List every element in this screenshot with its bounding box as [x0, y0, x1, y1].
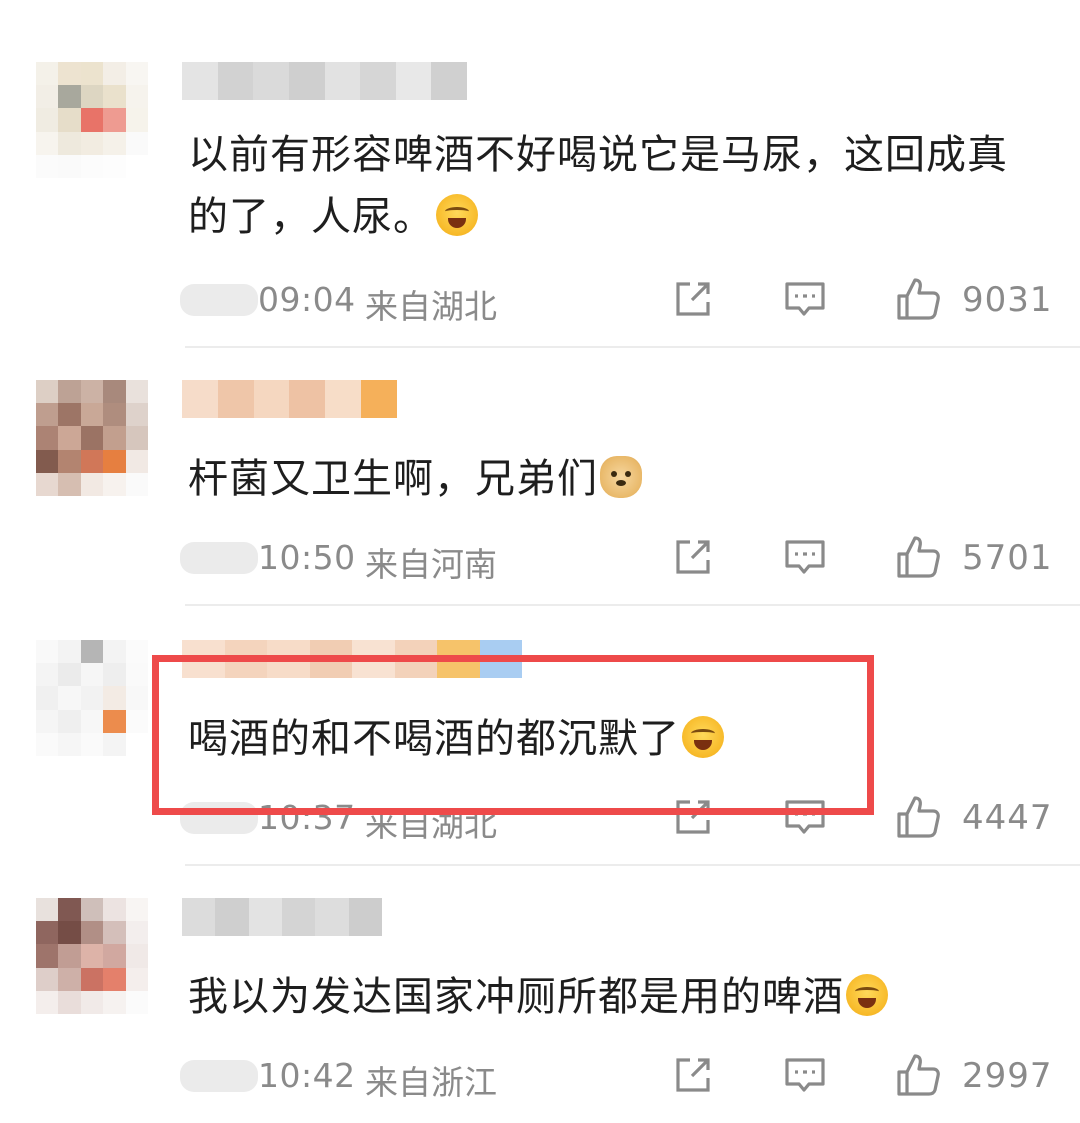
comment-meta: 10:42 来自浙江 2997 — [180, 1052, 1053, 1102]
avatar[interactable] — [36, 62, 148, 178]
comment-icon[interactable] — [782, 276, 828, 322]
comment-time: 10:50 — [258, 538, 356, 577]
comment-meta: 10:50 来自河南 5701 — [180, 534, 1053, 584]
share-icon[interactable] — [670, 1052, 716, 1098]
blurred-date — [180, 284, 258, 316]
username-blurred[interactable] — [182, 62, 467, 100]
laughing-crying-emoji-icon — [846, 974, 888, 1016]
comment-location: 来自河南 — [365, 545, 497, 584]
blurred-date — [180, 1060, 258, 1092]
laughing-crying-emoji-icon — [436, 194, 478, 236]
like-count: 2997 — [962, 1056, 1053, 1096]
comment-text: 杆菌又卫生啊，兄弟们 — [188, 448, 642, 510]
blurred-date — [180, 542, 258, 574]
thumbs-up-icon[interactable] — [895, 276, 941, 322]
like-count: 4447 — [962, 798, 1053, 838]
avatar[interactable] — [36, 640, 148, 756]
comment-time: 09:04 — [258, 280, 356, 319]
comment-text: 以前有形容啤酒不好喝说它是马尿，这回成真的了，人尿。 — [188, 132, 1008, 240]
comment-text: 我以为发达国家冲厕所都是用的啤酒 — [188, 966, 888, 1028]
comment-icon[interactable] — [782, 1052, 828, 1098]
highlight-box — [152, 655, 874, 815]
divider — [185, 604, 1080, 606]
share-icon[interactable] — [670, 534, 716, 580]
comment-meta: 09:04 来自湖北 9031 — [180, 276, 1053, 326]
comment-location: 来自湖北 — [365, 287, 497, 326]
share-icon[interactable] — [670, 276, 716, 322]
thumbs-up-icon[interactable] — [895, 794, 941, 840]
divider — [185, 346, 1080, 348]
avatar[interactable] — [36, 380, 148, 496]
like-count: 5701 — [962, 538, 1053, 578]
doge-emoji-icon — [600, 456, 642, 498]
comment-location: 来自浙江 — [365, 1063, 497, 1102]
divider — [185, 864, 1080, 866]
thumbs-up-icon[interactable] — [895, 1052, 941, 1098]
username-blurred[interactable] — [182, 898, 382, 936]
avatar[interactable] — [36, 898, 148, 1014]
username-blurred[interactable] — [182, 380, 397, 418]
thumbs-up-icon[interactable] — [895, 534, 941, 580]
like-count: 9031 — [962, 280, 1053, 320]
comment-time: 10:42 — [258, 1056, 356, 1095]
comment-icon[interactable] — [782, 534, 828, 580]
